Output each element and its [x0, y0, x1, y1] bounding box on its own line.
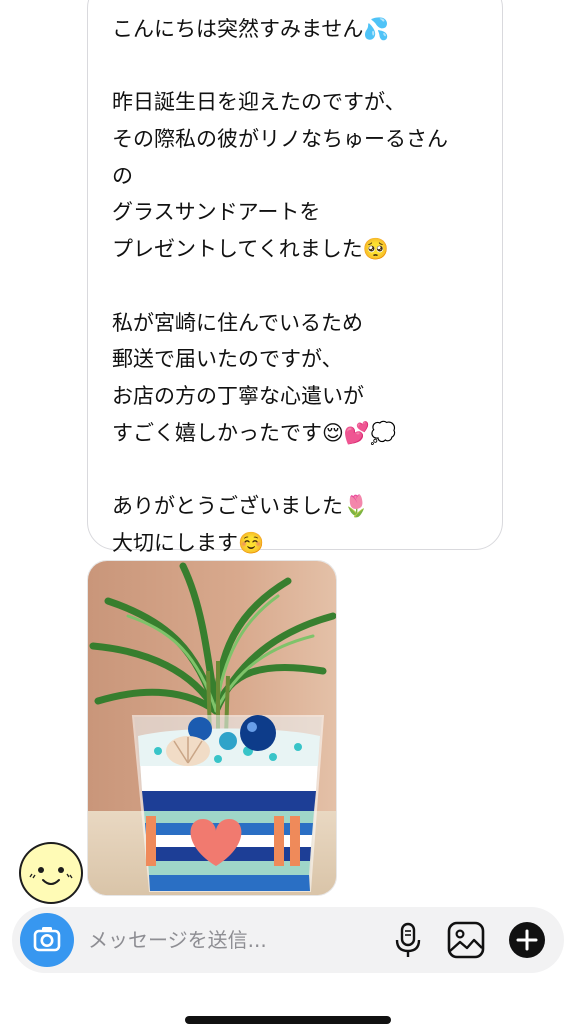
message-line: その際私の彼がリノなちゅーるさん: [112, 127, 448, 152]
message-line: ありがとうございました🌷: [112, 493, 370, 518]
message-composer: メッセージを送信...: [12, 907, 564, 973]
home-indicator: [185, 1016, 391, 1024]
message-line: [112, 48, 482, 85]
message-line: 大切にします☺️: [112, 530, 265, 555]
camera-button[interactable]: [20, 913, 74, 967]
add-button[interactable]: [507, 920, 547, 960]
message-bubble[interactable]: こんにちは突然すみません💦 昨日誕生日を迎えたのですが、 その際私の彼がリノなち…: [87, 0, 503, 555]
message-input[interactable]: メッセージを送信...: [88, 907, 267, 973]
dm-thread-screen: こんにちは突然すみません💦 昨日誕生日を迎えたのですが、 その際私の彼がリノなち…: [0, 0, 576, 1024]
message-line: こんにちは突然すみません💦: [112, 17, 390, 41]
message-line: の: [112, 163, 133, 188]
message-line: プレゼントしてくれました🥺: [112, 237, 389, 262]
sender-avatar[interactable]: [19, 842, 83, 904]
microphone-icon: [395, 922, 421, 957]
message-line: すごく嬉しかったです😌💕💭: [112, 420, 397, 445]
message-line: グラスサンドアートを: [112, 200, 321, 225]
message-line: [112, 268, 482, 305]
message-line: 昨日誕生日を迎えたのですが、: [112, 90, 406, 115]
message-line: 私が宮崎に住んでいるため: [112, 310, 363, 335]
image-icon: [447, 921, 485, 959]
gallery-button[interactable]: [446, 920, 486, 960]
message-line: [112, 451, 482, 488]
microphone-button[interactable]: [388, 920, 428, 960]
sand-art-photo-illustration: [88, 561, 336, 895]
shared-photo-sand-art[interactable]: [87, 560, 337, 896]
plus-icon: [509, 922, 545, 958]
camera-icon: [33, 927, 61, 952]
smiley-face-icon: [29, 867, 73, 885]
message-line: お店の方の丁寧な心遣いが: [112, 383, 364, 408]
message-line: 郵送で届いたのですが、: [112, 347, 343, 372]
